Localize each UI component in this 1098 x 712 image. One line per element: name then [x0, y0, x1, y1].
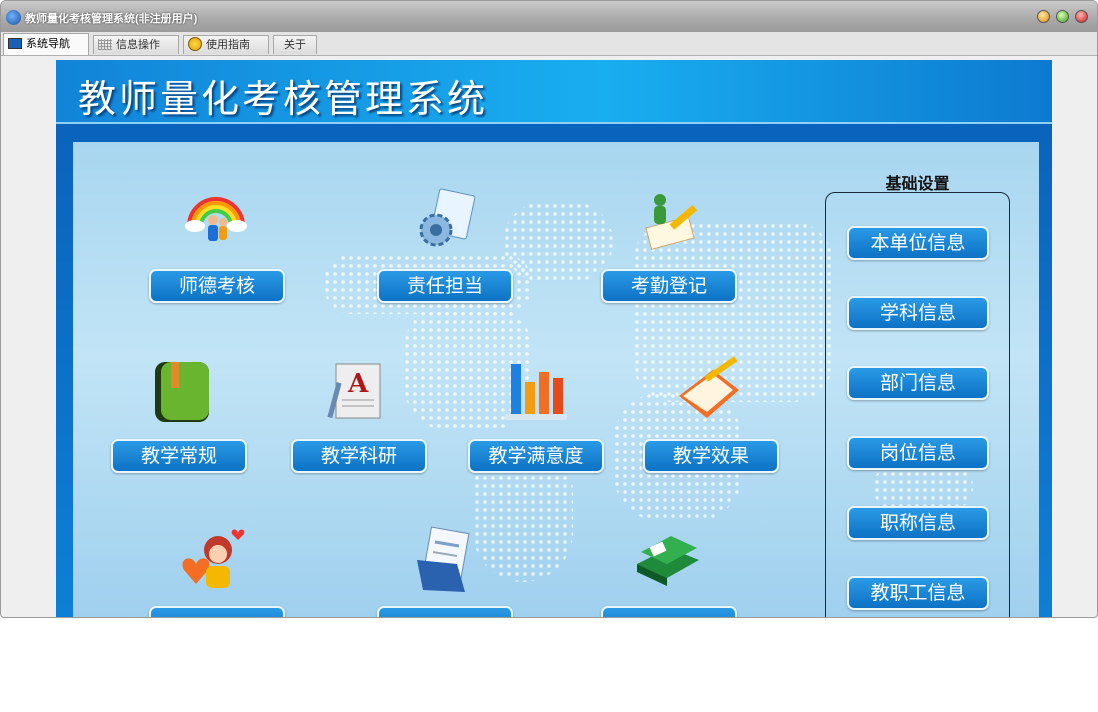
module-button-row3-2[interactable]	[377, 606, 513, 617]
module-button-attendance[interactable]: 考勤登记	[601, 269, 737, 303]
minimize-button[interactable]	[1037, 10, 1050, 23]
settings-button-unit-info[interactable]: 本单位信息	[847, 226, 989, 260]
rainbow-people-icon	[185, 197, 247, 241]
module-button-row3-3[interactable]	[601, 606, 737, 617]
module-button-satisfaction[interactable]: 教学满意度	[468, 439, 604, 473]
settings-button-staff-info[interactable]: 教职工信息	[847, 576, 989, 610]
module-button-row3-1[interactable]	[149, 606, 285, 617]
window-title: 教师量化考核管理系统(非注册用户)	[25, 13, 198, 25]
module-button-research[interactable]: 教学科研	[291, 439, 427, 473]
module-button-teaching-effect[interactable]: 教学效果	[643, 439, 779, 473]
smiley-icon	[188, 37, 202, 51]
tab-system-nav[interactable]: 系统导航	[3, 33, 89, 55]
green-books-icon	[637, 536, 699, 586]
tab-label: 系统导航	[26, 38, 70, 50]
app-logo-icon	[6, 10, 21, 25]
tab-info-ops[interactable]: 信息操作	[93, 35, 179, 54]
tab-label: 信息操作	[116, 39, 160, 51]
svg-text:A: A	[347, 369, 369, 399]
settings-button-title-info[interactable]: 职称信息	[847, 506, 989, 540]
letter-a-document-icon: A	[327, 363, 381, 419]
maximize-button[interactable]	[1056, 10, 1069, 23]
close-button[interactable]	[1075, 10, 1088, 23]
settings-button-position-info[interactable]: 岗位信息	[847, 436, 989, 470]
bar-chart-icon	[505, 364, 567, 420]
monitor-icon	[8, 38, 22, 49]
app-window: 教师量化考核管理系统(非注册用户) 系统导航 信息操作 使用指南 关于 教师量化…	[0, 0, 1098, 618]
tab-label: 关于	[284, 39, 306, 51]
girl-hearts-icon	[182, 529, 245, 588]
main-area: 教师量化考核管理系统 A 师德考核 责任担当 考勤登记 教学常规 教学科研 教学…	[56, 60, 1052, 617]
world-map-dots	[503, 202, 613, 282]
navigation-panel: A 师德考核 责任担当 考勤登记 教学常规 教学科研 教学满意度 教学效果 基础…	[73, 142, 1039, 617]
pencil-folder-icon	[679, 356, 739, 418]
person-pencil-icon	[645, 194, 698, 250]
settings-button-subject-info[interactable]: 学科信息	[847, 296, 989, 330]
title-bar[interactable]: 教师量化考核管理系统(非注册用户)	[1, 1, 1097, 33]
settings-button-department-info[interactable]: 部门信息	[847, 366, 989, 400]
module-button-teaching-routine[interactable]: 教学常规	[111, 439, 247, 473]
settings-title: 基础设置	[885, 174, 950, 193]
tab-user-guide[interactable]: 使用指南	[183, 35, 269, 54]
module-button-responsibility[interactable]: 责任担当	[377, 269, 513, 303]
header-banner: 教师量化考核管理系统	[56, 60, 1052, 124]
green-book-icon	[155, 362, 209, 422]
module-button-ethics[interactable]: 师德考核	[149, 269, 285, 303]
newspaper-icon	[417, 526, 470, 592]
tab-about[interactable]: 关于	[273, 35, 317, 54]
page-title: 教师量化考核管理系统	[78, 77, 489, 121]
tab-bar: 系统导航 信息操作 使用指南 关于	[1, 32, 1097, 56]
grid-icon	[98, 39, 112, 50]
gear-document-icon	[419, 188, 476, 247]
tab-label: 使用指南	[206, 39, 250, 51]
